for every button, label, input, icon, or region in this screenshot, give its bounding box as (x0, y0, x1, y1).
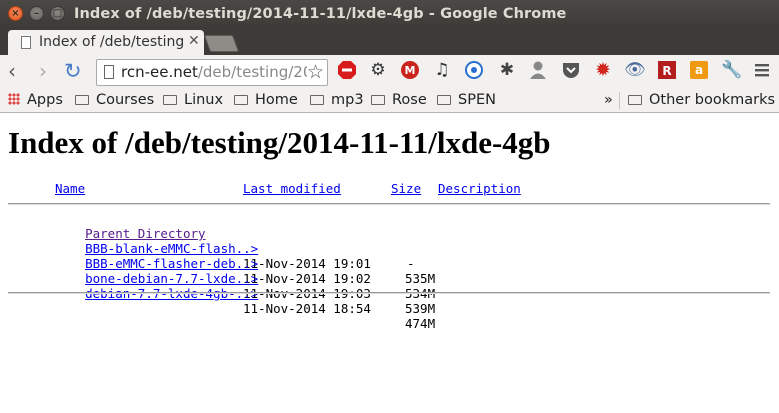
person-icon[interactable] (528, 60, 548, 80)
tag-icon[interactable]: R (657, 60, 677, 80)
bookmark-folder-mp3[interactable]: mp3 (310, 91, 364, 109)
tab-close-icon[interactable]: ✕ (188, 33, 200, 49)
row-size: 539M (405, 301, 436, 316)
page-heading: Index of /deb/testing/2014-11-11/lxde-4g… (8, 125, 551, 160)
tab-strip: Index of /deb/testing/2014-11-11/lxde-4g… (0, 28, 779, 55)
bookmarks-separator (619, 92, 620, 109)
chat-icon[interactable] (464, 60, 484, 80)
apps-icon (8, 93, 20, 105)
folder-icon (371, 95, 385, 105)
svg-text:M: M (405, 64, 416, 77)
minimize-icon: – (34, 8, 39, 19)
bookmark-folder-linux[interactable]: Linux (163, 91, 223, 109)
url-path: /deb/testing/2014-11-11/lxde-4gb (197, 63, 307, 81)
back-icon[interactable]: ‹ (8, 59, 16, 83)
folder-icon (310, 95, 324, 105)
window-close-button[interactable]: × (8, 6, 23, 21)
column-header-size[interactable]: Size (391, 181, 421, 196)
folder-icon (234, 95, 248, 105)
bookmark-label: Apps (27, 92, 63, 108)
bookmark-label: Courses (96, 92, 155, 108)
column-header-description[interactable]: Description (438, 181, 521, 196)
reload-icon[interactable]: ↻ (64, 59, 82, 83)
pocket-icon[interactable] (561, 60, 581, 80)
bookmark-label: Home (255, 92, 298, 108)
bookmark-other-bookmarks[interactable]: Other bookmarks (628, 91, 775, 109)
folder-icon (75, 95, 89, 105)
table-row: debian-7.7-lxde-4gb-..> 11-Nov-2014 18:5… (55, 271, 435, 346)
svg-text:R: R (662, 64, 671, 78)
folder-icon (628, 95, 642, 105)
close-icon: × (11, 8, 20, 19)
page-info-icon[interactable] (104, 65, 114, 79)
chrome-menu-icon[interactable] (752, 60, 772, 80)
row-size: - (407, 256, 415, 271)
address-bar[interactable]: rcn-ee.net/deb/testing/2014-11-11/lxde-4… (96, 59, 328, 86)
window-titlebar: × – □ Index of /deb/testing/2014-11-11/l… (0, 0, 779, 28)
sort-by-modified-link[interactable]: Last modified (243, 181, 341, 196)
column-header-name[interactable]: Name (55, 181, 85, 196)
bookmark-folder-rose[interactable]: Rose (371, 91, 427, 109)
url-host: rcn-ee.net (121, 63, 198, 81)
music-note-icon[interactable]: ♫ (432, 60, 452, 80)
sort-by-size-link[interactable]: Size (391, 181, 421, 196)
forward-icon[interactable]: › (39, 59, 47, 83)
wrench-icon[interactable]: 🔧 (721, 60, 742, 80)
sort-by-description-link[interactable]: Description (438, 181, 521, 196)
footer-divider (8, 292, 770, 294)
page-icon (21, 36, 31, 49)
bug-icon[interactable]: ✱ (497, 60, 517, 80)
splat-icon[interactable]: ✹ (593, 60, 613, 80)
new-tab-button[interactable] (203, 35, 240, 52)
bookmark-folder-courses[interactable]: Courses (75, 91, 154, 109)
page-content: Index of /deb/testing/2014-11-11/lxde-4g… (0, 113, 779, 413)
stop-icon[interactable] (337, 60, 357, 80)
maximize-icon: □ (52, 8, 63, 19)
bookmark-label: Rose (392, 92, 427, 108)
tab-active[interactable]: Index of /deb/testing/2014-11-11/lxde-4g… (8, 30, 204, 55)
folder-icon (437, 95, 451, 105)
svg-text:a: a (695, 63, 703, 77)
folder-icon (163, 95, 177, 105)
bookmark-star-icon[interactable]: ☆ (307, 61, 324, 83)
window-title: Index of /deb/testing/2014-11-11/lxde-4g… (74, 6, 567, 22)
row-date: 11-Nov-2014 18:54 (243, 301, 371, 316)
url-text[interactable]: rcn-ee.net/deb/testing/2014-11-11/lxde-4… (121, 63, 307, 81)
eye-icon[interactable]: 👁 (624, 60, 646, 80)
row-date: 11-Nov-2014 19:02 (243, 271, 371, 286)
bookmark-label: SPEN (458, 92, 496, 108)
row-date: 11-Nov-2014 19:01 (243, 256, 371, 271)
gear-icon[interactable]: ⚙ (368, 60, 388, 80)
bookmark-folder-home[interactable]: Home (234, 91, 298, 109)
bookmark-apps[interactable]: Apps (8, 91, 63, 109)
header-divider (8, 203, 770, 205)
bookmarks-overflow-button[interactable]: » (604, 91, 613, 109)
bookmark-label: Linux (184, 92, 224, 108)
window-minimize-button[interactable]: – (29, 6, 44, 21)
tab-title: Index of /deb/testing/2014-11-11/lxde-4g… (39, 34, 183, 50)
row-size: 474M (405, 316, 436, 331)
gmail-check-icon[interactable]: M (400, 60, 420, 80)
bookmark-label: Other bookmarks (649, 92, 776, 108)
column-header-modified[interactable]: Last modified (243, 181, 341, 196)
row-size: 535M (405, 271, 436, 286)
bookmarks-bar: Apps Courses Linux Home mp3 Rose SPEN » … (0, 89, 779, 113)
bookmark-label: mp3 (331, 92, 364, 108)
bookmark-folder-spen[interactable]: SPEN (437, 91, 496, 109)
amazon-icon[interactable]: a (689, 60, 709, 80)
sort-by-name-link[interactable]: Name (55, 181, 85, 196)
window-maximize-button[interactable]: □ (50, 6, 65, 21)
